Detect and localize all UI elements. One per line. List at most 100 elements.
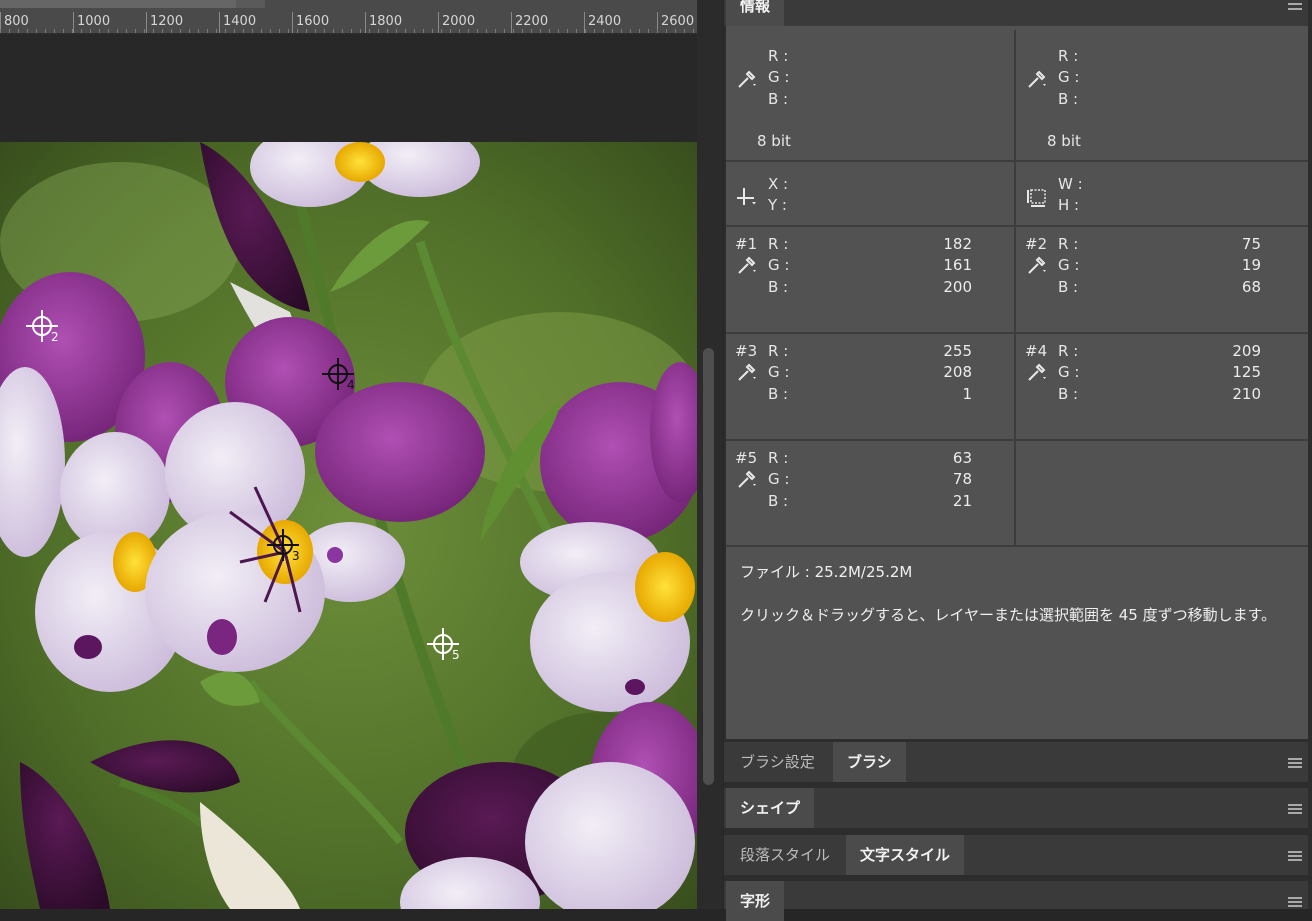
panel-menu-icon[interactable] xyxy=(1282,788,1308,828)
ruler-minor-tick xyxy=(108,29,109,33)
ruler-minor-tick xyxy=(306,29,307,33)
eyedropper-icon[interactable] xyxy=(736,68,758,94)
ruler-minor-tick xyxy=(450,29,451,33)
flower-photo xyxy=(0,142,697,909)
ruler-minor-tick xyxy=(45,29,46,33)
ruler-minor-tick xyxy=(369,29,370,33)
ruler-minor-tick xyxy=(621,29,622,33)
ruler-minor-tick xyxy=(243,29,244,33)
style-tab-bar: 段落スタイル 文字スタイル xyxy=(724,835,1308,875)
selection-size-icon xyxy=(1026,186,1050,212)
ruler-minor-tick xyxy=(27,29,28,33)
ruler-minor-tick xyxy=(315,29,316,33)
eyedropper-icon[interactable] xyxy=(736,468,758,494)
ruler-minor-tick xyxy=(270,29,271,33)
panel-menu-icon[interactable] xyxy=(1282,742,1308,782)
tab-brush[interactable]: ブラシ xyxy=(833,742,906,782)
panel-menu-icon[interactable] xyxy=(1282,835,1308,875)
sampler-5-id: #5 xyxy=(735,449,758,467)
sampler-1-b-value: 200 xyxy=(943,278,972,296)
sampler-5-b-value: 21 xyxy=(952,492,972,510)
channel-b-label: B : xyxy=(768,385,789,403)
scrollbar-thumb[interactable] xyxy=(703,348,714,785)
sampler-1-r-value: 182 xyxy=(943,235,972,253)
color-sampler-marker[interactable]: 5 xyxy=(425,626,465,666)
tab-character-styles[interactable]: 文字スタイル xyxy=(846,835,965,875)
ruler-minor-tick xyxy=(405,29,406,33)
crosshair-measure-icon[interactable] xyxy=(736,186,758,212)
ruler-minor-tick xyxy=(189,29,190,33)
ruler-minor-tick xyxy=(153,29,154,33)
bit-depth-label[interactable]: 8 bit xyxy=(757,132,791,150)
ruler-minor-tick xyxy=(81,29,82,33)
position-x-label: X : xyxy=(768,175,789,193)
ruler-minor-tick xyxy=(180,29,181,33)
eyedropper-icon[interactable] xyxy=(736,361,758,387)
eyedropper-icon[interactable] xyxy=(1026,361,1048,387)
ruler-tick: 2000 xyxy=(438,12,475,33)
panel-menu-icon[interactable] xyxy=(1282,881,1308,909)
eyedropper-icon[interactable] xyxy=(1026,68,1048,94)
ruler-minor-tick xyxy=(288,29,289,33)
ruler-minor-tick xyxy=(414,29,415,33)
ruler-minor-tick xyxy=(126,29,127,33)
ruler-minor-tick xyxy=(0,29,1,33)
color-sampler-marker[interactable]: 2 xyxy=(24,308,64,348)
sampler-4-g-value: 125 xyxy=(1232,363,1261,381)
ruler-minor-tick xyxy=(225,29,226,33)
ruler-tick: 1800 xyxy=(365,12,402,33)
readout-b-label: B : xyxy=(768,90,789,108)
ruler-minor-tick xyxy=(342,29,343,33)
color-sampler-marker[interactable]: 4 xyxy=(320,356,360,396)
ruler-minor-tick xyxy=(693,29,694,33)
ruler-minor-tick xyxy=(495,29,496,33)
ruler-minor-tick xyxy=(531,29,532,33)
ruler-minor-tick xyxy=(216,29,217,33)
ruler-minor-tick xyxy=(90,29,91,33)
sampler-1-g-value: 161 xyxy=(943,256,972,274)
pasteboard xyxy=(0,34,697,142)
ruler-minor-tick xyxy=(666,29,667,33)
tab-info[interactable]: 情報 xyxy=(726,0,785,26)
bit-depth-label[interactable]: 8 bit xyxy=(1047,132,1081,150)
eyedropper-icon[interactable] xyxy=(736,254,758,280)
ruler-minor-tick xyxy=(585,29,586,33)
ruler-minor-tick xyxy=(432,29,433,33)
channel-r-label: R : xyxy=(1058,235,1079,253)
ruler-minor-tick xyxy=(297,29,298,33)
panel-menu-icon[interactable] xyxy=(1282,0,1308,26)
eyedropper-icon[interactable] xyxy=(1026,254,1048,280)
channel-b-label: B : xyxy=(1058,278,1079,296)
ruler-minor-tick xyxy=(261,29,262,33)
ruler-minor-tick xyxy=(234,29,235,33)
ruler-minor-tick xyxy=(162,29,163,33)
sampler-2-r-value: 75 xyxy=(1241,235,1261,253)
ruler-minor-tick xyxy=(72,29,73,33)
tab-shape[interactable]: シェイプ xyxy=(726,788,815,828)
tab-paragraph-styles[interactable]: 段落スタイル xyxy=(726,835,844,875)
canvas-image[interactable]: 2 4 3 5 xyxy=(0,142,697,909)
document-tab[interactable] xyxy=(0,0,236,8)
ruler-minor-tick xyxy=(657,29,658,33)
sampler-2-id: #2 xyxy=(1025,235,1048,253)
channel-g-label: G : xyxy=(768,470,790,488)
ruler-minor-tick xyxy=(54,29,55,33)
sampler-3-b-value: 1 xyxy=(962,385,972,403)
ruler-minor-tick xyxy=(459,29,460,33)
tab-brush-settings[interactable]: ブラシ設定 xyxy=(726,742,829,782)
ruler-tick: 1000 xyxy=(73,12,110,33)
ruler-minor-tick xyxy=(252,29,253,33)
ruler-minor-tick xyxy=(441,29,442,33)
ruler-minor-tick xyxy=(351,29,352,33)
color-sampler-marker[interactable]: 3 xyxy=(265,527,305,567)
glyph-tab-bar: 字形 xyxy=(724,881,1308,921)
channel-r-label: R : xyxy=(768,235,789,253)
sampler-3-g-value: 208 xyxy=(943,363,972,381)
ruler-minor-tick xyxy=(684,29,685,33)
readout-g-label: G : xyxy=(768,68,790,86)
tab-glyphs[interactable]: 字形 xyxy=(726,881,785,921)
right-panel-dock: 情報 R : G : B : 8 bit R : G : B : 8 bit X… xyxy=(724,0,1312,921)
ruler-minor-tick xyxy=(612,29,613,33)
ruler-tick: 1600 xyxy=(292,12,329,33)
horizontal-ruler[interactable]: 800 1000 1200 1400 1600 1800 2000 2200 2… xyxy=(0,0,697,34)
